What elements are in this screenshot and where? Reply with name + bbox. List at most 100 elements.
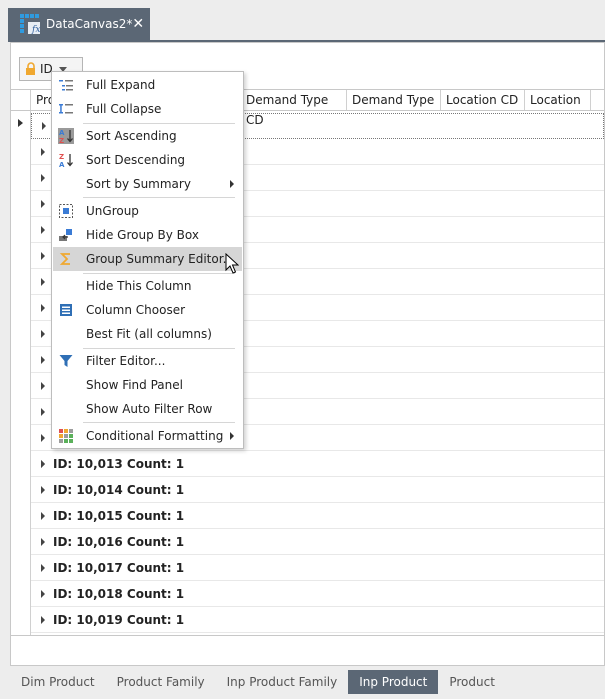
svg-text:A: A	[59, 161, 65, 168]
column-header-location-cd[interactable]: Location CD	[441, 90, 525, 110]
menu-separator	[83, 422, 235, 423]
menu-item-ungroup[interactable]: UnGroup	[53, 199, 242, 223]
menu-item-best-fit[interactable]: Best Fit (all columns)	[53, 322, 242, 346]
expand-icon[interactable]	[42, 122, 46, 130]
expand-icon[interactable]	[41, 303, 45, 312]
menu-item-filter-editor[interactable]: Filter Editor...	[53, 349, 242, 373]
tab-product[interactable]: Product	[438, 670, 506, 694]
expand-icon[interactable]	[41, 407, 45, 416]
menu-separator	[83, 197, 235, 198]
expand-icon[interactable]	[41, 537, 45, 546]
expand-icon[interactable]	[41, 433, 45, 442]
document-tab[interactable]: fx DataCanvas2* ✕	[8, 8, 150, 40]
menu-item-label: Hide Group By Box	[86, 228, 199, 242]
menu-item-sort-ascending[interactable]: AZ Sort Ascending	[53, 124, 242, 148]
data-canvas-icon: fx	[19, 13, 41, 35]
tab-inp-product-family[interactable]: Inp Product Family	[216, 670, 349, 694]
menu-item-hide-this-column[interactable]: Hide This Column	[53, 274, 242, 298]
group-row[interactable]: ID: 10,015 Count: 1	[31, 503, 604, 529]
group-row[interactable]: ID: 10,017 Count: 1	[31, 555, 604, 581]
expand-icon[interactable]	[41, 329, 45, 338]
menu-item-show-auto-filter-row[interactable]: Show Auto Filter Row	[53, 397, 242, 421]
menu-item-label: Show Find Panel	[86, 378, 183, 392]
menu-item-label: UnGroup	[86, 204, 139, 218]
group-row[interactable]: ID: 10,018 Count: 1	[31, 581, 604, 607]
row-indicator-column	[11, 111, 31, 635]
expand-icon[interactable]	[41, 589, 45, 598]
submenu-arrow-icon	[230, 432, 234, 440]
column-header-demand-type[interactable]: Demand Type	[347, 90, 441, 110]
svg-text:Z: Z	[59, 137, 64, 144]
group-row-text: ID: 10,014 Count: 1	[53, 482, 185, 497]
menu-item-full-expand[interactable]: Full Expand	[53, 73, 242, 97]
expand-icon[interactable]	[41, 381, 45, 390]
group-row-text: ID: 10,019 Count: 1	[53, 612, 185, 627]
menu-item-label: Show Auto Filter Row	[86, 402, 213, 416]
conditional-formatting-icon	[58, 428, 74, 444]
filter-icon	[58, 353, 74, 369]
menu-item-sort-by-summary[interactable]: Sort by Summary	[53, 172, 242, 196]
menu-item-group-summary-editor[interactable]: Group Summary Editor...	[53, 247, 242, 271]
group-row-text: ID: 10,017 Count: 1	[53, 560, 185, 575]
mouse-cursor-icon	[225, 253, 239, 274]
column-header-location[interactable]: Location	[525, 90, 591, 110]
ungroup-icon	[58, 203, 74, 219]
svg-text:Z: Z	[59, 153, 64, 161]
menu-item-column-chooser[interactable]: Column Chooser	[53, 298, 242, 322]
grid-footer	[11, 635, 604, 665]
tab-dim-product[interactable]: Dim Product	[10, 670, 106, 694]
expand-icon[interactable]	[41, 459, 45, 468]
expand-icon[interactable]	[41, 511, 45, 520]
menu-item-label: Sort Descending	[86, 153, 186, 167]
group-row-text: ID: 10,015 Count: 1	[53, 508, 185, 523]
column-chooser-icon	[58, 302, 74, 318]
menu-item-conditional-formatting[interactable]: Conditional Formatting	[53, 424, 242, 448]
sigma-icon	[58, 251, 74, 267]
group-row-text: ID: 10,013 Count: 1	[53, 456, 185, 471]
group-row[interactable]: ID: 10,019 Count: 1	[31, 607, 604, 633]
menu-item-label: Sort by Summary	[86, 177, 191, 191]
svg-text:A: A	[59, 129, 65, 137]
document-tab-title: DataCanvas2*	[46, 17, 133, 31]
menu-item-label: Column Chooser	[86, 303, 186, 317]
close-icon[interactable]: ✕	[132, 16, 144, 32]
tab-product-family[interactable]: Product Family	[106, 670, 216, 694]
menu-item-label: Group Summary Editor...	[86, 252, 235, 266]
sort-ascending-icon: AZ	[58, 128, 74, 144]
expand-icon[interactable]	[41, 225, 45, 234]
menu-item-full-collapse[interactable]: Full Collapse	[53, 97, 242, 121]
expand-icon[interactable]	[41, 173, 45, 182]
expand-icon[interactable]	[41, 485, 45, 494]
indicator-header	[11, 90, 31, 110]
group-row[interactable]: ID: 10,013 Count: 1	[31, 451, 604, 477]
column-context-menu: Full Expand Full Collapse AZ Sort Ascend…	[51, 71, 244, 449]
column-header-demand-type-cd[interactable]: Demand Type CD	[241, 90, 347, 127]
full-collapse-icon	[58, 101, 74, 117]
expand-icon[interactable]	[41, 199, 45, 208]
menu-item-label: Filter Editor...	[86, 354, 166, 368]
menu-item-hide-group-by-box[interactable]: Hide Group By Box	[53, 223, 242, 247]
expand-icon[interactable]	[41, 563, 45, 572]
svg-text:fx: fx	[31, 25, 40, 35]
menu-item-show-find-panel[interactable]: Show Find Panel	[53, 373, 242, 397]
bottom-tab-strip: Dim Product Product Family Inp Product F…	[10, 670, 506, 694]
full-expand-icon	[58, 77, 74, 93]
group-row-text: ID: 10,016 Count: 1	[53, 534, 185, 549]
expand-icon[interactable]	[41, 147, 45, 156]
focused-row-indicator-icon	[18, 119, 23, 127]
expand-icon[interactable]	[41, 355, 45, 364]
expand-icon[interactable]	[41, 615, 45, 624]
submenu-arrow-icon	[230, 180, 234, 188]
lock-icon	[26, 62, 35, 75]
menu-item-label: Best Fit (all columns)	[86, 327, 212, 341]
hide-group-box-icon	[58, 227, 74, 243]
tab-inp-product[interactable]: Inp Product	[348, 670, 439, 694]
menu-item-label: Full Expand	[86, 78, 156, 92]
group-row-text: ID: 10,018 Count: 1	[53, 586, 185, 601]
group-row[interactable]: ID: 10,014 Count: 1	[31, 477, 604, 503]
expand-icon[interactable]	[41, 277, 45, 286]
expand-icon[interactable]	[41, 251, 45, 260]
menu-item-sort-descending[interactable]: ZA Sort Descending	[53, 148, 242, 172]
group-row[interactable]: ID: 10,016 Count: 1	[31, 529, 604, 555]
menu-item-label: Conditional Formatting	[86, 429, 224, 443]
